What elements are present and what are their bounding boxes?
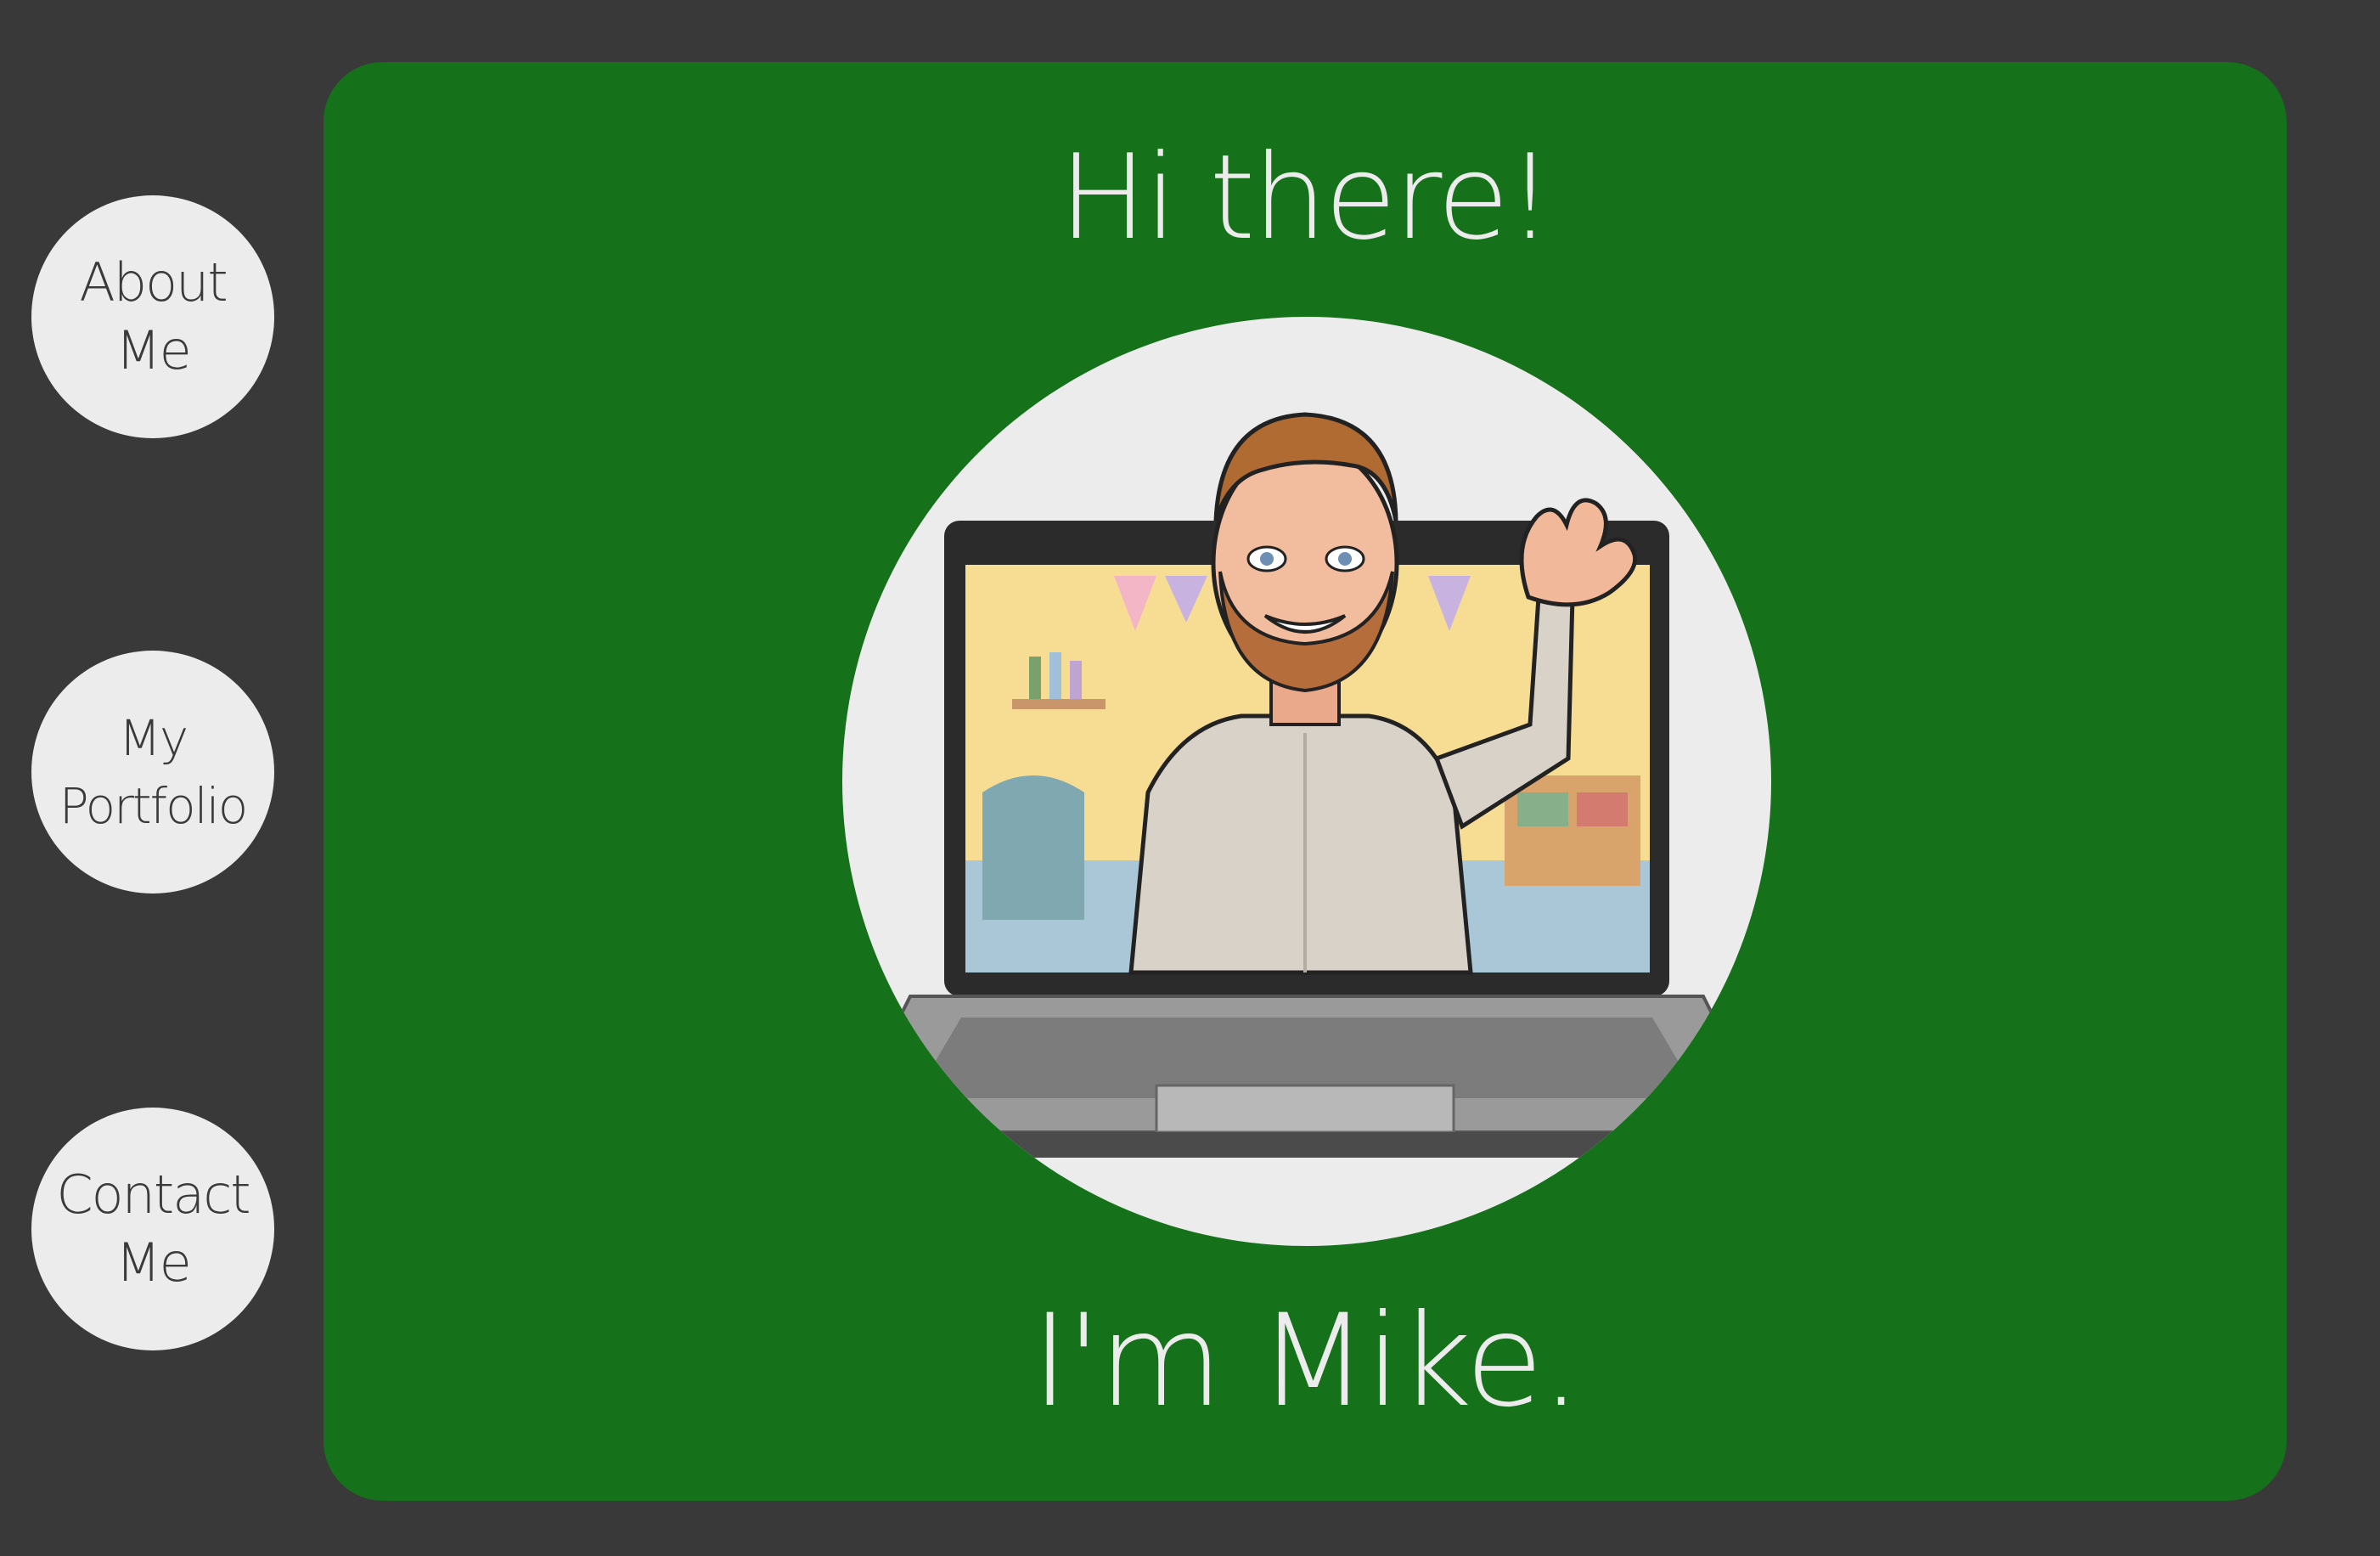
avatar [842, 317, 1771, 1246]
nav-button-my-portfolio[interactable]: My Portfolio [31, 651, 274, 894]
side-navigation: About Me My Portfolio Contact Me [31, 0, 274, 1556]
nav-label-line2: Me [115, 319, 192, 381]
waving-man-in-laptop-avatar-icon [842, 412, 1771, 1158]
name-heading: I'm Mike. [1031, 1288, 1582, 1435]
nav-label-line1: My [118, 709, 188, 767]
nav-button-about-me[interactable]: About Me [31, 195, 274, 438]
nav-label-line2: Me [115, 1232, 192, 1294]
nav-button-label: Contact Me [56, 1161, 250, 1297]
hero-card: Hi there! I'm Mike. [324, 62, 2287, 1501]
nav-button-label: My Portfolio [59, 704, 249, 840]
nav-label-line2: Portfolio [59, 777, 249, 835]
nav-button-contact-me[interactable]: Contact Me [31, 1108, 274, 1350]
nav-label-line1: About [79, 251, 228, 313]
nav-label-line1: Contact [56, 1164, 250, 1226]
nav-button-label: About Me [79, 249, 228, 385]
greeting-heading: Hi there! [1059, 129, 1553, 266]
page: About Me My Portfolio Contact Me Hi ther… [0, 0, 2380, 1556]
